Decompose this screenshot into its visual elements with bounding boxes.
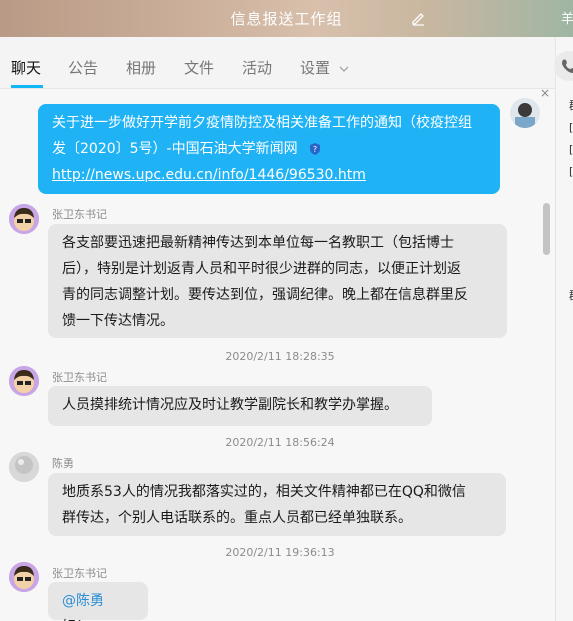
help-icon[interactable]: ? [308,142,322,156]
call-button[interactable] [554,51,573,81]
active-tab-indicator [11,85,43,88]
message-timestamp: 2020/2/11 19:36:13 [225,546,335,559]
message-text-line: 群传达，个别人电话联系的。重点人员都已经单独联系。 [62,510,412,526]
edit-icon[interactable] [410,10,426,26]
sender-avatar[interactable] [9,366,39,396]
side-panel-item[interactable]: [ [569,165,573,178]
tab-album[interactable]: 相册 [126,57,156,78]
side-panel-item[interactable]: [ [569,143,573,156]
phone-icon [562,59,573,73]
message-bubble[interactable]: @陈勇 好！ [48,582,148,621]
side-panel: 群 [ [ [ 群 [555,37,573,621]
chat-scrollbar[interactable] [543,203,550,255]
sender-name: 张卫东书记 [52,371,107,384]
side-panel-heading: 群 [569,287,573,303]
svg-text:?: ? [313,145,317,154]
message-text-line: 馈一下传达情况。 [62,313,174,329]
tab-files[interactable]: 文件 [184,57,214,78]
message-timestamp: 2020/2/11 18:28:35 [225,350,335,363]
window-title: 信息报送工作组 [230,10,343,28]
title-bar: 信息报送工作组 羊 [0,0,573,37]
message-text-line: 关于进一步做好开学前夕疫情防控及相关准备工作的通知（校疫控组 [52,115,472,131]
message-text-line: 发〔2020〕5号）-中国石油大学新闻网 [52,141,298,157]
sender-avatar[interactable] [9,204,39,234]
sender-name: 张卫东书记 [52,208,107,221]
sender-avatar[interactable] [9,562,39,592]
tab-settings[interactable]: 设置 [300,57,349,78]
message-bubble-mine[interactable]: 关于进一步做好开学前夕疫情防控及相关准备工作的通知（校疫控组 发〔2020〕5号… [38,104,500,194]
chevron-down-icon [339,66,349,72]
tab-activities[interactable]: 活动 [242,57,272,78]
sender-name: 张卫东书记 [52,567,107,580]
message-text-line: 各支部要迅速把最新精神传达到本单位每一名教职工（包括博士 [62,235,454,251]
my-avatar[interactable] [510,98,540,128]
message-bubble[interactable]: 地质系53人的情况我都落实过的，相关文件精神都已在QQ和微信 群传达，个别人电话… [48,473,506,536]
news-link[interactable]: http://news.upc.edu.cn/info/1446/96530.h… [52,167,366,183]
message-bubble[interactable]: 各支部要迅速把最新精神传达到本单位每一名教职工（包括博士 后），特别是计划返青人… [48,224,507,338]
message-text-line: 青的同志调整计划。要传达到位，强调纪律。晚上都在信息群里反 [62,287,468,303]
message-text-line: 后），特别是计划返青人员和平时很少进群的同志，以便正计划返 [62,261,461,277]
message-text-line: 地质系53人的情况我都落实过的，相关文件精神都已在QQ和微信 [62,484,466,500]
titlebar-corner-text: 羊 [561,12,573,27]
tab-bar: 聊天 公告 相册 文件 活动 设置 [0,37,555,89]
side-panel-heading: 群 [569,97,573,113]
sender-name: 陈勇 [52,457,74,470]
close-icon[interactable]: × [540,86,550,100]
message-bubble[interactable]: 人员摸排统计情况应及时让教学副院长和教学办掌握。 [48,386,432,426]
tab-settings-label: 设置 [300,59,331,77]
tab-chat[interactable]: 聊天 [11,57,41,78]
mention-link[interactable]: @陈勇 [62,593,104,609]
tab-announcements[interactable]: 公告 [68,57,98,78]
side-panel-item[interactable]: [ [569,121,573,134]
sender-avatar[interactable] [9,452,39,482]
message-text: 人员摸排统计情况应及时让教学副院长和教学办掌握。 [62,397,398,413]
message-timestamp: 2020/2/11 18:56:24 [225,436,335,449]
